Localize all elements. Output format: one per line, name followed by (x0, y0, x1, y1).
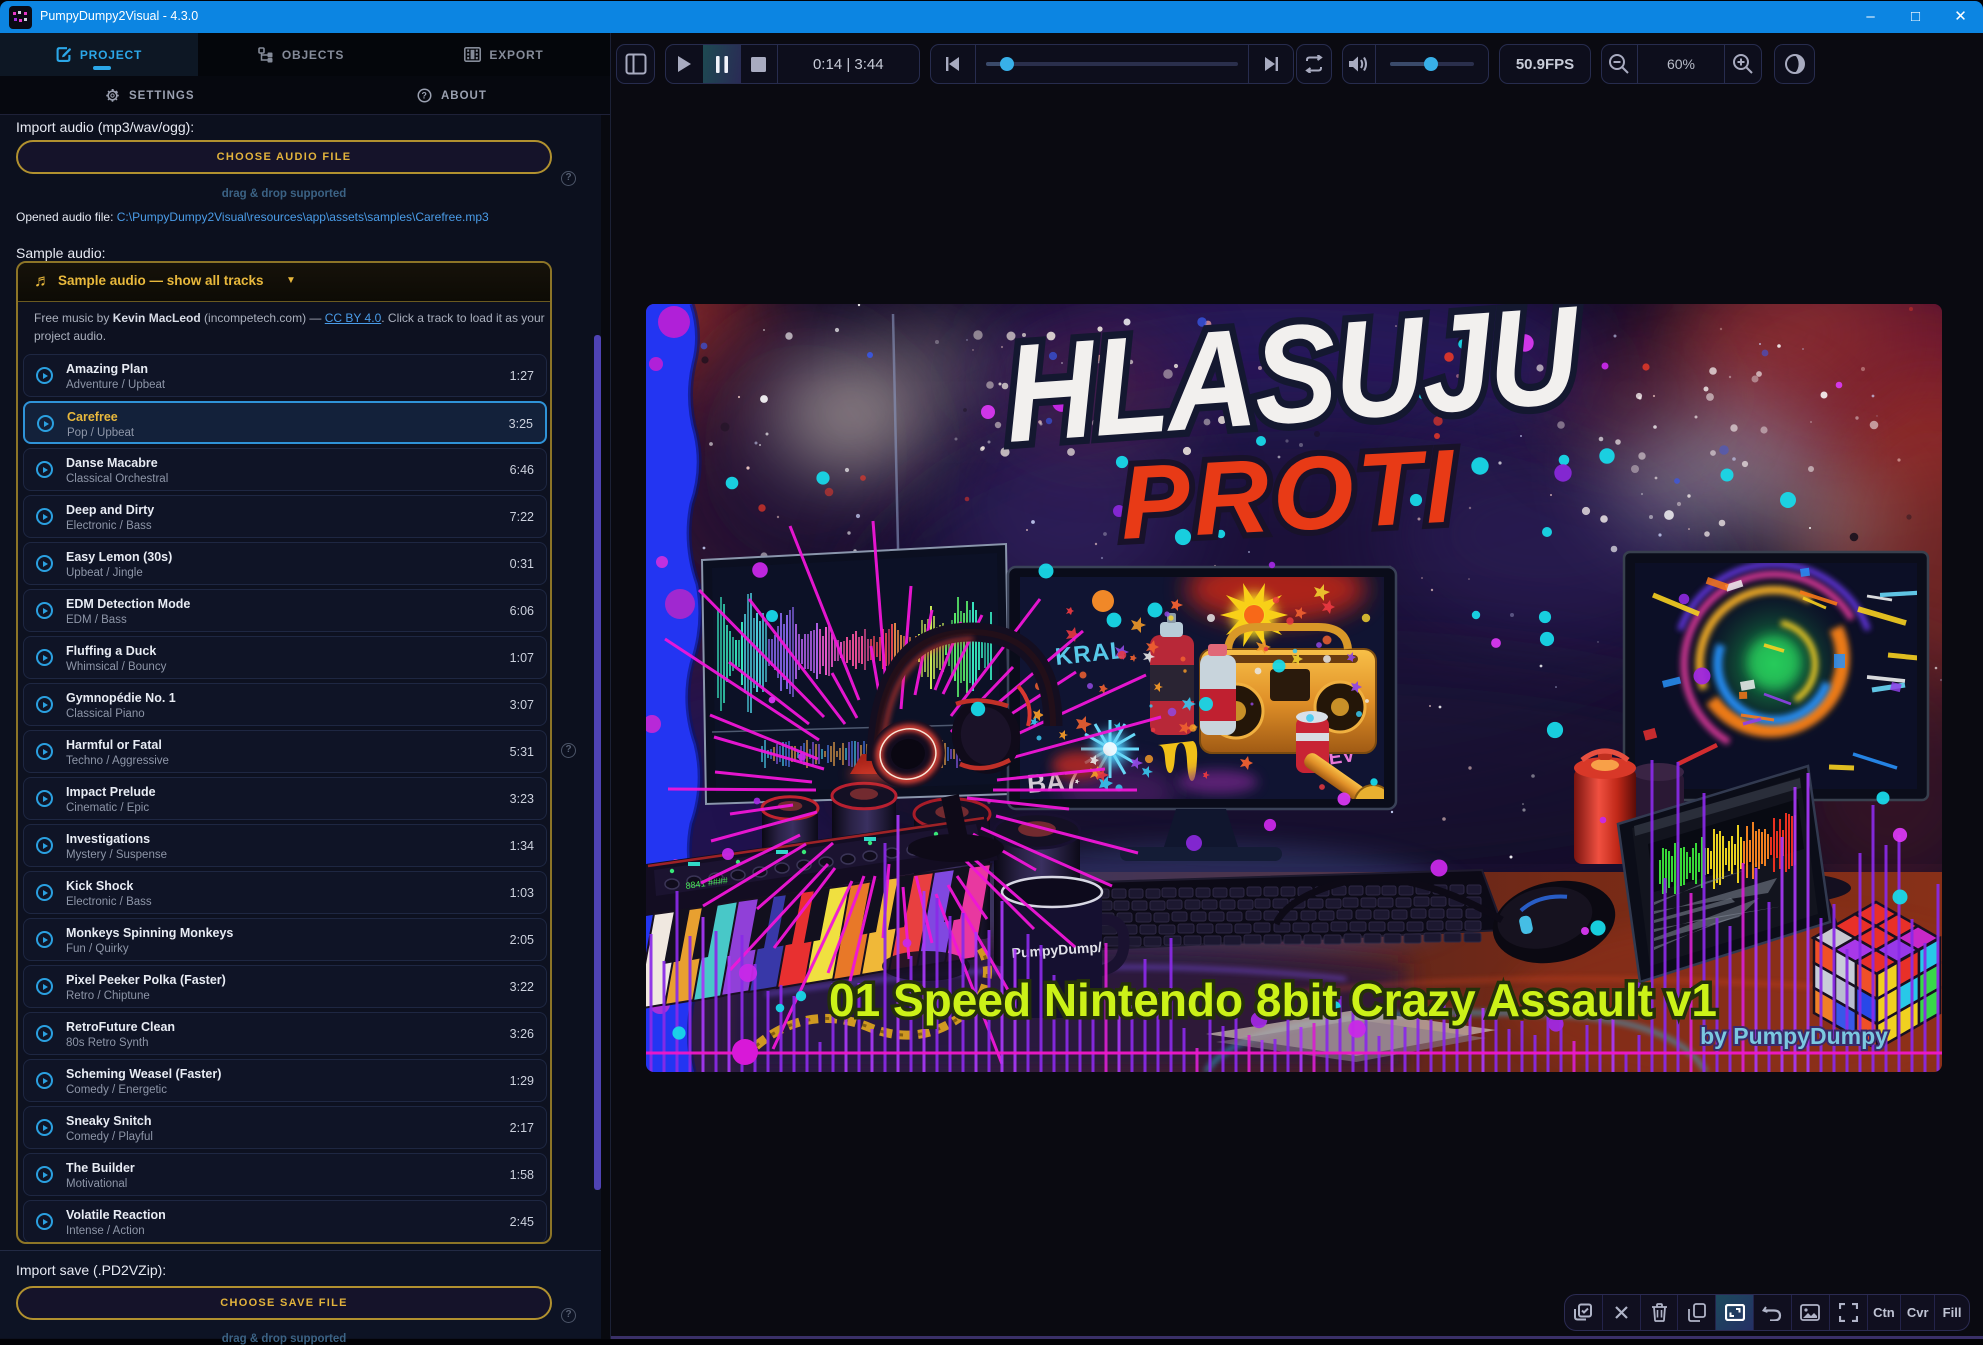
svg-text:PROTI: PROTI (1117, 428, 1460, 562)
svg-text:by PumpyDumpy: by PumpyDumpy (1700, 1023, 1888, 1049)
svg-text:01 Speed Nintendo 8bit Crazy A: 01 Speed Nintendo 8bit Crazy Assault v1 (829, 974, 1717, 1026)
svg-text:?: ? (422, 91, 428, 101)
